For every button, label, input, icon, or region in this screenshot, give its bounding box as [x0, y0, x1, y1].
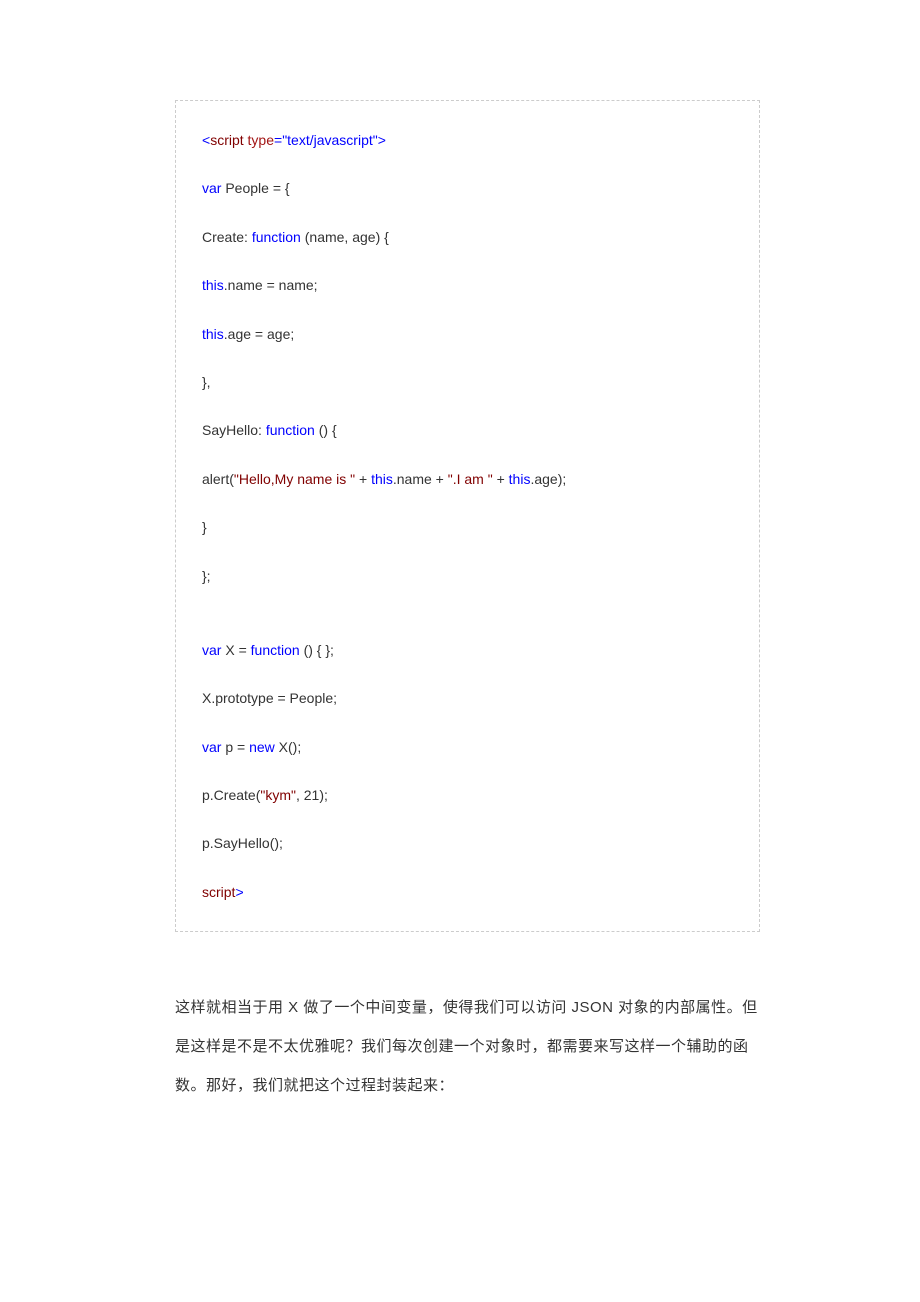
token: var: [202, 642, 221, 658]
token: People = {: [221, 180, 289, 196]
token: >: [235, 884, 243, 900]
token: .age);: [530, 471, 566, 487]
code-line: this.age = age;: [202, 323, 733, 345]
blank-line: [202, 200, 733, 226]
token: .name = name;: [224, 277, 318, 293]
token: =: [274, 132, 282, 148]
blank-line: [202, 490, 733, 516]
code-line: <script type="text/javascript">: [202, 129, 733, 151]
code-line: p.SayHello();: [202, 832, 733, 854]
code-line: var X = function () { };: [202, 639, 733, 661]
token: this: [202, 326, 224, 342]
token: var: [202, 739, 221, 755]
code-line: var p = new X();: [202, 736, 733, 758]
code-line: alert("Hello,My name is " + this.name + …: [202, 468, 733, 490]
token: this: [202, 277, 224, 293]
token: }: [202, 519, 207, 535]
token: .age = age;: [224, 326, 294, 342]
token: >: [378, 132, 386, 148]
token: script: [202, 884, 235, 900]
token: p.Create(: [202, 787, 260, 803]
document-page: <script type="text/javascript"> var Peop…: [0, 0, 920, 1302]
code-line: var People = {: [202, 177, 733, 199]
blank-line: [202, 710, 733, 736]
blank-line: [202, 661, 733, 687]
token: type: [248, 132, 274, 148]
token: () {: [315, 422, 337, 438]
token: var: [202, 180, 221, 196]
blank-line: [202, 297, 733, 323]
token: "Hello,My name is ": [234, 471, 355, 487]
token: "kym": [260, 787, 296, 803]
token: SayHello:: [202, 422, 266, 438]
token: (name, age) {: [301, 229, 389, 245]
blank-line: [202, 855, 733, 881]
code-line: }: [202, 516, 733, 538]
token: new: [249, 739, 275, 755]
blank-line: [202, 587, 733, 613]
token: function: [252, 229, 301, 245]
token: <: [202, 132, 210, 148]
token: ".I am ": [448, 471, 493, 487]
token: +: [493, 471, 509, 487]
token: X();: [275, 739, 301, 755]
code-line: this.name = name;: [202, 274, 733, 296]
token: X.prototype = People;: [202, 690, 337, 706]
prose-text: 这样就相当于用 X 做了一个中间变量，使得我们可以访问 JSON 对象的内部属性…: [175, 999, 758, 1094]
token: },: [202, 374, 211, 390]
code-line: SayHello: function () {: [202, 419, 733, 441]
blank-line: [202, 806, 733, 832]
token: "text/javascript": [282, 132, 378, 148]
code-line: p.Create("kym", 21);: [202, 784, 733, 806]
blank-line: [202, 248, 733, 274]
code-line: },: [202, 371, 733, 393]
token: p.SayHello();: [202, 835, 283, 851]
blank-line: [202, 613, 733, 639]
blank-line: [202, 151, 733, 177]
token: , 21);: [296, 787, 328, 803]
code-line: X.prototype = People;: [202, 687, 733, 709]
token: this: [371, 471, 393, 487]
code-line: script>: [202, 881, 733, 903]
token: script: [210, 132, 247, 148]
blank-line: [202, 539, 733, 565]
token: () { };: [300, 642, 334, 658]
token: };: [202, 568, 211, 584]
token: Create:: [202, 229, 252, 245]
token: .name +: [393, 471, 448, 487]
token: function: [251, 642, 300, 658]
blank-line: [202, 442, 733, 468]
blank-line: [202, 345, 733, 371]
token: function: [266, 422, 315, 438]
code-line: };: [202, 565, 733, 587]
blank-line: [202, 758, 733, 784]
code-line: Create: function (name, age) {: [202, 226, 733, 248]
token: this: [509, 471, 531, 487]
code-block: <script type="text/javascript"> var Peop…: [175, 100, 760, 932]
token: X =: [221, 642, 250, 658]
blank-line: [202, 393, 733, 419]
token: alert(: [202, 471, 234, 487]
paragraph: 这样就相当于用 X 做了一个中间变量，使得我们可以访问 JSON 对象的内部属性…: [175, 988, 760, 1105]
token: +: [355, 471, 371, 487]
token: p =: [221, 739, 249, 755]
